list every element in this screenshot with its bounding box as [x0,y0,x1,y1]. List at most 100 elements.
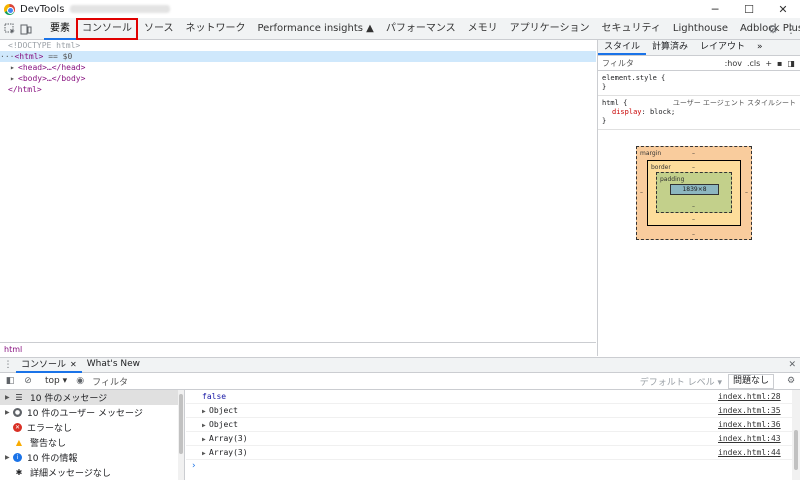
tab-network[interactable]: ネットワーク [180,18,252,40]
box-model-margin[interactable]: margin – – – – border – – padding 1839×8… [636,146,752,240]
drawer-tab-console[interactable]: コンソール ✕ [16,357,82,373]
sidebar-toggle-icon[interactable]: ◧ [2,376,18,386]
log-value: Array(3) [209,448,248,457]
device-toolbar-icon[interactable] [20,21,32,37]
console-toolbar: ◧ ⊘ top ▾ ◉ フィルタ デフォルト レベル ▾ 問題なし ⚙ [0,373,800,390]
issues-button[interactable]: 問題なし [727,373,774,389]
log-source-link[interactable]: index.html:44 [718,446,781,459]
close-tab-icon[interactable]: ✕ [70,360,77,369]
log-entry[interactable]: ▶ Array(3) index.html:44 [186,446,800,460]
clear-console-icon[interactable]: ⊘ [20,376,36,386]
tab-computed[interactable]: 計算済み [646,40,694,55]
console-filter-input[interactable]: フィルタ [92,375,640,388]
expand-arrow-icon[interactable]: ▶ [5,454,13,461]
styles-pane: スタイル 計算済み レイアウト » フィルタ :hov .cls + ▪ ◨ e… [597,40,800,356]
tab-console[interactable]: コンソール [76,17,138,40]
sidebar-item-verbose[interactable]: ✱ 詳細メッセージなし [0,465,184,480]
settings-gear-icon[interactable]: ⚙ [764,23,782,36]
log-entry[interactable]: false index.html:28 [186,390,800,404]
toggle-sidebar-icon[interactable]: ◨ [787,59,795,68]
dom-node-head[interactable]: ▸ <head>…</head> [0,62,596,73]
box-model-border[interactable]: border – – padding 1839×8 – [647,160,741,226]
chrome-icon [4,3,15,15]
context-selector[interactable]: top ▾ [42,376,70,386]
tab-performance-insights[interactable]: Performance insights ▲ [252,18,380,40]
margin-left-value: – [640,189,643,196]
tab-elements[interactable]: 要素 [44,18,76,40]
log-source-link[interactable]: index.html:35 [718,404,781,417]
styles-filter-input[interactable]: フィルタ [602,58,725,69]
tab-lighthouse[interactable]: Lighthouse [667,18,734,40]
log-entry[interactable]: ▶ Object index.html:36 [186,418,800,432]
breadcrumb-item-html[interactable]: html [4,345,22,354]
log-entry[interactable]: ▶ Object index.html:35 [186,404,800,418]
css-property-value[interactable]: block; [650,108,675,116]
sidebar-item-all-messages[interactable]: ▶ ☰ 10 件のメッセージ [0,390,184,405]
expand-arrow-icon[interactable]: ▸ [10,62,18,73]
class-toggle-button[interactable]: .cls [747,59,760,68]
log-value: Array(3) [209,434,248,443]
expand-arrow-icon[interactable]: ▶ [202,405,209,418]
rule-close-brace: } [602,117,607,125]
tab-security[interactable]: セキュリティ [595,18,666,40]
element-style-selector[interactable]: element.style { [602,74,796,83]
expand-arrow-icon[interactable]: ▸ [10,73,18,84]
more-options-icon[interactable]: ⋮ [782,23,800,36]
paint-brush-icon[interactable]: ▪ [777,59,782,68]
sidebar-scrollbar[interactable] [178,390,184,480]
dom-node-body[interactable]: ▸ <body>…</body> [0,73,596,84]
log-source-link[interactable]: index.html:36 [718,418,781,431]
log-source-link[interactable]: index.html:43 [718,432,781,445]
breadcrumb: html [0,342,596,356]
log-source-link[interactable]: index.html:28 [718,390,781,403]
log-level-dropdown[interactable]: デフォルト レベル ▾ [640,375,722,388]
tab-application[interactable]: アプリケーション [504,18,596,40]
close-drawer-icon[interactable]: ✕ [788,358,796,373]
sidebar-item-errors[interactable]: ✕ エラーなし [0,420,184,435]
dom-node-html[interactable]: ···<html> == $0 [0,51,596,62]
css-property-name[interactable]: display [602,108,642,116]
inspect-element-icon[interactable] [4,21,16,37]
expand-arrow-icon[interactable]: ▶ [5,409,13,416]
box-model-padding[interactable]: padding 1839×8 – [656,172,732,213]
tab-memory[interactable]: メモリ [462,18,504,40]
padding-bottom-value: – [692,203,695,210]
drawer-tab-console-label: コンソール [21,360,67,370]
expand-arrow-icon[interactable]: ▶ [202,447,209,460]
live-expression-eye-icon[interactable]: ◉ [72,376,88,386]
tab-sources[interactable]: ソース [138,18,180,40]
tab-layout[interactable]: レイアウト [694,40,751,55]
selected-marker: == $0 [48,52,73,61]
sidebar-item-label: 10 件の情報 [27,454,78,464]
expand-arrow-icon[interactable]: ▶ [5,394,13,401]
more-tabs-chevron-icon[interactable]: » [751,40,769,55]
drawer-tab-whats-new[interactable]: What's New [82,357,145,373]
console-prompt[interactable]: › [186,460,800,472]
log-value: Object [209,420,238,429]
tab-styles[interactable]: スタイル [598,40,647,55]
sidebar-item-label: 10 件のメッセージ [30,394,108,404]
maximize-button[interactable]: ☐ [732,0,766,18]
log-value: false [202,392,227,401]
sidebar-item-user-messages[interactable]: ▶ ● 10 件のユーザー メッセージ [0,405,184,420]
hover-state-button[interactable]: :hov [725,59,742,68]
rule-close-brace: } [602,83,607,91]
close-button[interactable]: ✕ [766,0,800,18]
minimize-button[interactable]: ─ [698,0,732,18]
tab-performance[interactable]: パフォーマンス [380,18,462,40]
sidebar-item-warnings[interactable]: ▲ 警告なし [0,435,184,450]
sidebar-item-info[interactable]: ▶ i 10 件の情報 [0,450,184,465]
console-scrollbar[interactable] [792,390,800,480]
main-tab-bar: 要素 コンソール ソース ネットワーク Performance insights… [0,17,800,40]
box-model-content-size[interactable]: 1839×8 [670,184,719,195]
elements-dom-tree: <!DOCTYPE html> ···<html> == $0 ▸ <head>…… [0,40,596,342]
doctype-node[interactable]: <!DOCTYPE html> [8,41,80,50]
log-entry[interactable]: ▶ Array(3) index.html:43 [186,432,800,446]
margin-label: margin [640,150,662,157]
expand-arrow-icon[interactable]: ▶ [202,433,209,446]
expand-arrow-icon[interactable]: ▶ [202,419,209,432]
drawer-menu-icon[interactable]: ⋮ [0,360,16,370]
html-open-tag: <html> [14,52,44,61]
new-rule-icon[interactable]: + [765,59,772,68]
console-settings-gear-icon[interactable]: ⚙ [782,376,800,386]
